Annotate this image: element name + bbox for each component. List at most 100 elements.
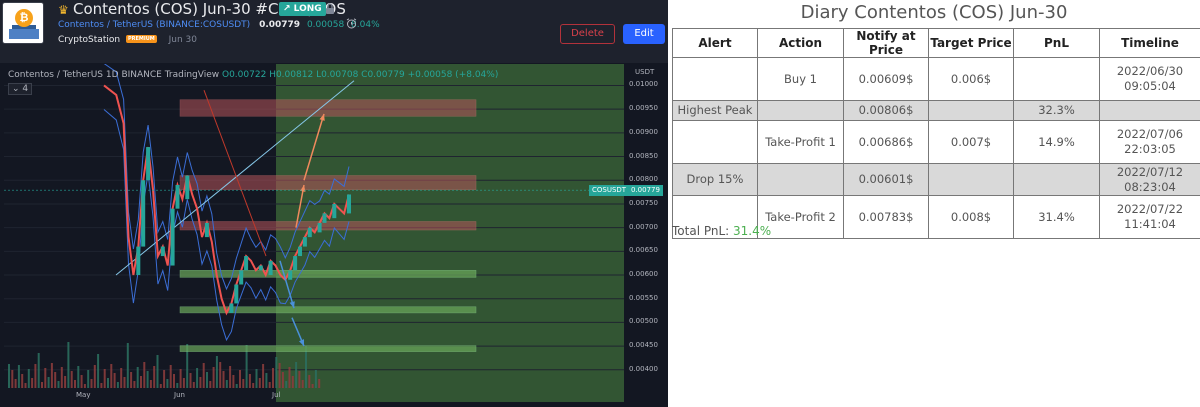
chart-canvas[interactable]	[4, 64, 668, 407]
premium-badge: PREMIUM	[125, 35, 157, 43]
volume-bar	[176, 383, 179, 388]
col-pnl: PnL	[1013, 28, 1100, 58]
trading-idea-panel: ₿ ♛ Contentos (COS) Jun-30 #COS $COS ↗ L…	[0, 0, 668, 407]
volume-bar	[110, 364, 113, 388]
target-cell	[928, 100, 1014, 121]
volume-bar	[225, 380, 228, 388]
pair-name-link[interactable]: Contentos / TetherUS	[58, 20, 153, 30]
volume-bar	[219, 362, 222, 388]
resistance-zone	[179, 175, 477, 190]
volume-bar	[209, 381, 212, 388]
volume-bar	[278, 363, 281, 388]
volume-bar	[107, 378, 109, 388]
volume-bar	[275, 357, 278, 388]
volume-bar	[265, 373, 268, 388]
volume-bar	[149, 380, 152, 388]
volume-bar	[50, 363, 53, 388]
volume-bar	[77, 366, 80, 388]
volume-bar	[169, 365, 172, 388]
ohlc-low: L0.00708	[316, 70, 359, 80]
volume-bar	[70, 371, 73, 388]
timeline-date: 2022/07/12	[1116, 164, 1184, 179]
up-candle	[288, 270, 293, 280]
timeline-date: 2022/07/06	[1116, 127, 1184, 141]
volume-bar	[21, 374, 24, 388]
volume-bar	[156, 355, 159, 388]
author-logo[interactable]: ₿	[2, 2, 44, 44]
current-symbol-label: COSUSDT	[589, 185, 630, 197]
up-candle	[239, 270, 244, 285]
table-row: Buy 1 0.00609$ 0.006$ 2022/06/30 09:05:04	[672, 57, 1200, 101]
up-candle	[268, 260, 273, 276]
diary-table: Alert Action Notify at Price Target Pric…	[672, 28, 1200, 239]
pnl-cell	[1013, 163, 1100, 196]
notify-cell: 0.00601$	[843, 163, 929, 196]
volume-bar	[314, 370, 317, 388]
chart-exchange: BINANCE	[121, 70, 162, 80]
table-row: Drop 15% 0.00601$ 2022/07/12 08:23:04	[672, 163, 1200, 196]
action-cell	[757, 100, 844, 121]
up-candle	[258, 265, 263, 271]
volume-bar	[248, 374, 251, 388]
volume-bar	[291, 376, 294, 388]
exchange-symbol-link[interactable]: (BINANCE:COSUSDT)	[156, 20, 250, 30]
timeline-cell: 2022/07/06 22:03:05	[1099, 120, 1200, 164]
volume-bar	[232, 375, 235, 388]
current-price-label: 0.00779	[628, 185, 663, 197]
col-timeline: Timeline	[1099, 28, 1200, 58]
volume-bar	[54, 372, 57, 388]
notify-cell: 0.00783$	[843, 195, 929, 239]
alarm-clock-icon[interactable]	[346, 18, 357, 29]
notify-cell: 0.00609$	[843, 57, 929, 101]
timeline-date: 2022/06/30	[1116, 64, 1184, 78]
col-alert: Alert	[672, 28, 758, 58]
current-price: 0.00779	[259, 20, 301, 30]
author-name[interactable]: CryptoStation	[58, 35, 120, 45]
volume-bar	[83, 384, 86, 388]
volume-bar	[31, 378, 34, 388]
timeline-time: 08:23:04	[1124, 179, 1176, 194]
price-tick: 0.00800	[629, 175, 658, 184]
volume-bar	[305, 346, 307, 388]
target-cell: 0.007$	[928, 120, 1014, 164]
up-candle	[204, 222, 209, 238]
target-cell: 0.008$	[928, 195, 1014, 239]
table-row: Take-Profit 1 0.00686$ 0.007$ 14.9% 2022/07/…	[672, 120, 1200, 164]
timeline-time: 11:41:04	[1124, 217, 1176, 231]
up-candle	[307, 227, 312, 238]
volume-bar	[60, 367, 63, 388]
volume-bar	[146, 371, 149, 388]
support-zone	[179, 270, 477, 278]
volume-bar	[67, 342, 70, 388]
axis-unit: USDT	[635, 68, 655, 76]
long-badge: ↗ LONG	[279, 2, 326, 16]
up-candle	[146, 147, 151, 181]
volume-bar	[90, 379, 93, 388]
indicator-toggle[interactable]: ⌄ 4	[8, 83, 33, 95]
volume-bar	[159, 384, 162, 388]
price-chart[interactable]: Contentos / TetherUS 1D BINANCE TradingV…	[4, 64, 668, 407]
up-candle	[347, 194, 351, 214]
volume-bar	[133, 381, 136, 388]
up-candle	[322, 213, 327, 223]
price-change: 0.00058	[306, 20, 345, 30]
support-zone	[179, 345, 477, 352]
timeline-cell: 2022/06/30 09:05:04	[1099, 57, 1200, 101]
volume-bar	[126, 343, 129, 388]
volume-bar	[103, 369, 106, 388]
price-tick: 0.00900	[629, 127, 658, 136]
up-candle	[136, 246, 141, 276]
delete-button[interactable]: Delete	[560, 24, 615, 44]
volume-bar	[80, 375, 83, 388]
edit-button[interactable]: Edit	[623, 24, 665, 44]
volume-bar	[258, 378, 261, 388]
volume-bar	[120, 368, 123, 388]
volume-bar	[34, 364, 37, 388]
volume-bar	[11, 370, 14, 388]
volume-bar	[215, 356, 218, 388]
resistance-zone	[179, 221, 477, 231]
volume-bar	[295, 362, 298, 388]
volume-bar	[24, 383, 27, 388]
volume-bar	[130, 372, 133, 388]
volume-bar	[189, 373, 192, 388]
